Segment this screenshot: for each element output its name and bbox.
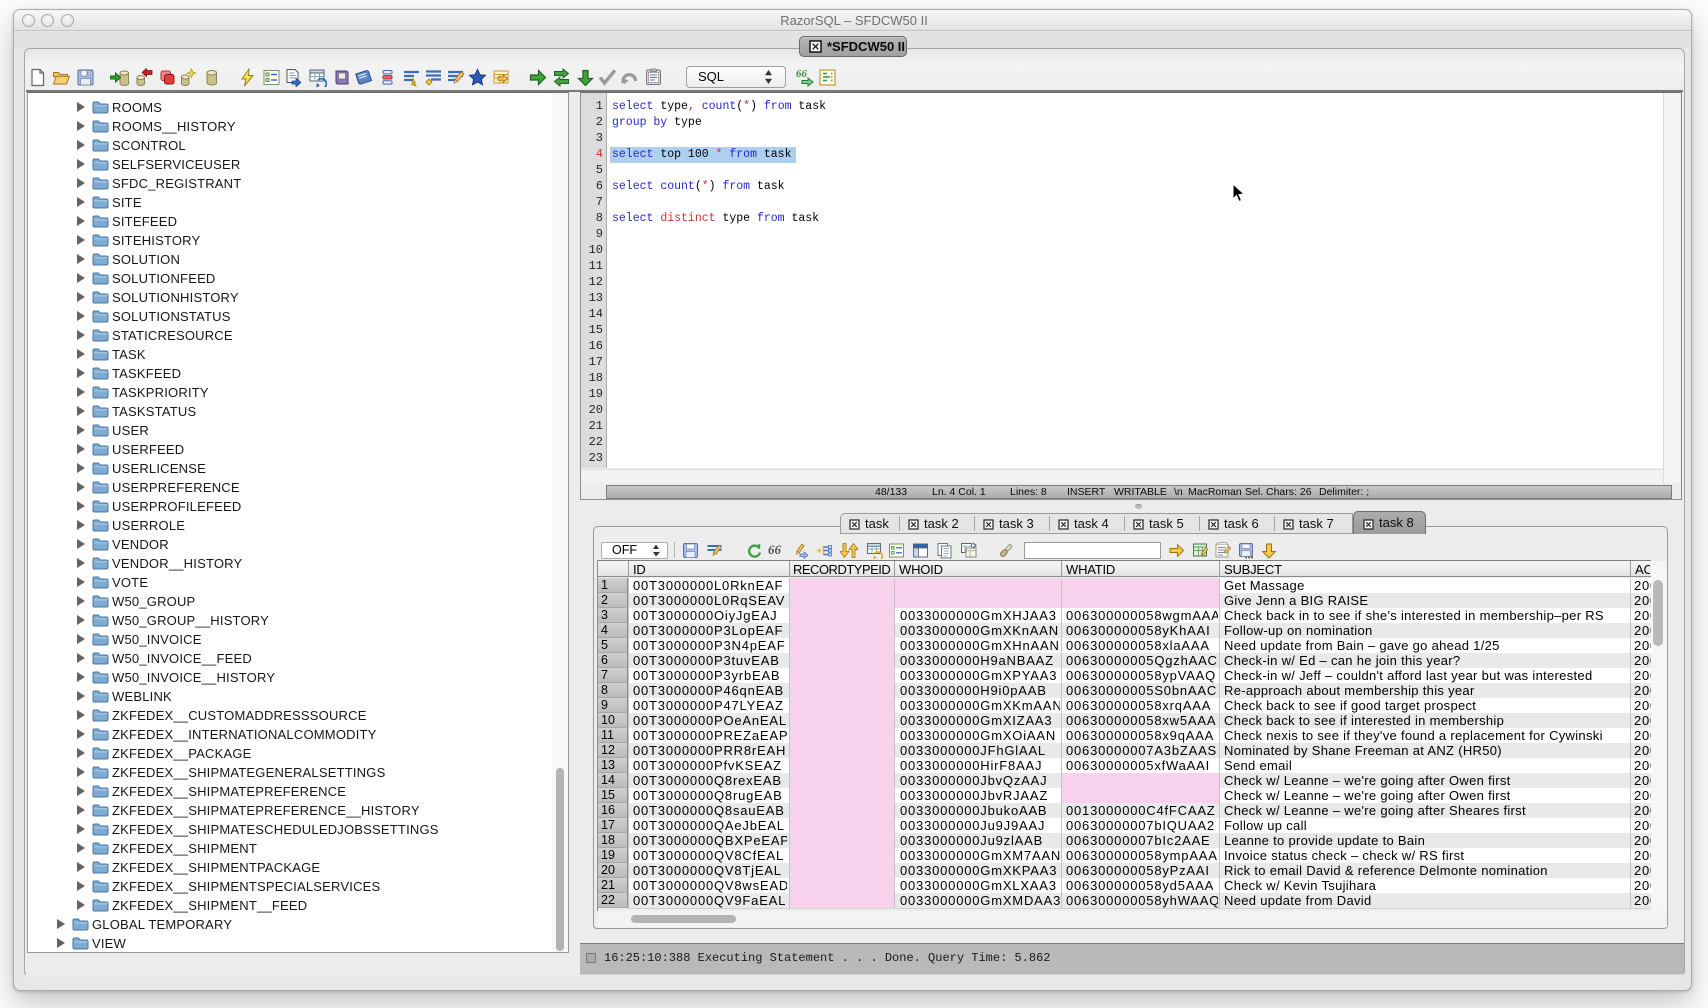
svg-text:66: 66 — [796, 68, 808, 80]
svg-text:66: 66 — [768, 542, 782, 557]
